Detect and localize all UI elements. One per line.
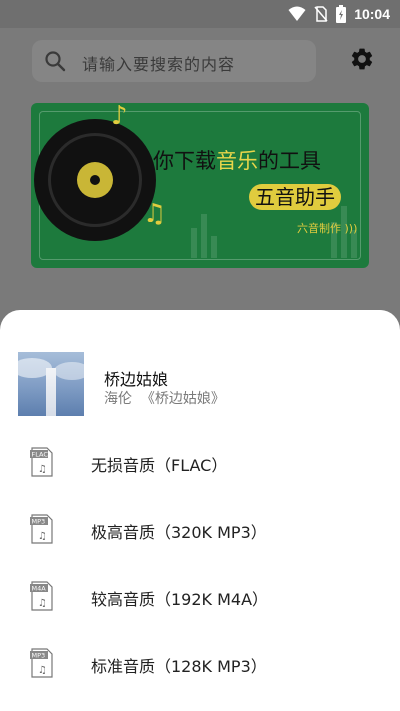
vinyl-record-icon xyxy=(34,119,156,241)
search-icon xyxy=(45,51,66,72)
banner-subtitle: 五音助手 xyxy=(249,184,341,210)
quality-option-320k[interactable]: MP3 ♫ 极高音质（320K MP3） xyxy=(0,506,400,556)
status-icons: 10:04 xyxy=(288,5,390,23)
promo-banner[interactable]: ♪ ♫ 你下载音乐的工具 五音助手 六音制作 ))) xyxy=(31,103,369,268)
equalizer-bar xyxy=(201,214,207,258)
battery-icon xyxy=(336,5,347,23)
svg-text:FLAC: FLAC xyxy=(32,451,49,459)
svg-text:♫: ♫ xyxy=(38,598,47,609)
quality-option-192k[interactable]: M4A ♫ 较高音质（192K M4A） xyxy=(0,573,400,623)
svg-text:♫: ♫ xyxy=(38,665,47,676)
song-artist-album: 海伦 《桥边姑娘》 xyxy=(104,391,225,407)
quality-option-label: 极高音质（320K MP3） xyxy=(91,523,267,542)
svg-text:MP3: MP3 xyxy=(32,518,46,526)
audio-file-icon: M4A ♫ xyxy=(30,581,53,611)
album-cover xyxy=(18,352,84,416)
svg-text:MP3: MP3 xyxy=(32,652,46,660)
download-quality-sheet: 桥边姑娘 海伦 《桥边姑娘》 FLAC ♫ 无损音质（FLAC） MP3 ♫ 极… xyxy=(0,310,400,711)
music-note-icon: ♪ xyxy=(111,103,128,131)
svg-text:M4A: M4A xyxy=(32,585,47,593)
equalizer-bar xyxy=(191,228,197,258)
quality-option-label: 标准音质（128K MP3） xyxy=(91,657,267,676)
sound-wave-icon: ))) xyxy=(344,222,358,235)
status-bar: 10:04 xyxy=(0,0,400,28)
quality-option-label: 较高音质（192K M4A） xyxy=(91,590,269,609)
search-placeholder: 请输入要搜索的内容 xyxy=(82,55,236,74)
quality-option-flac[interactable]: FLAC ♫ 无损音质（FLAC） xyxy=(0,439,400,489)
wifi-icon xyxy=(288,6,306,21)
gear-icon[interactable] xyxy=(349,46,375,72)
svg-text:♫: ♫ xyxy=(38,531,47,542)
song-title: 桥边姑娘 xyxy=(104,370,169,389)
equalizer-bar xyxy=(211,236,217,258)
quality-option-128k[interactable]: MP3 ♫ 标准音质（128K MP3） xyxy=(0,640,400,690)
svg-text:♫: ♫ xyxy=(38,464,47,475)
audio-file-icon: MP3 ♫ xyxy=(30,514,53,544)
banner-maker: 六音制作 ))) xyxy=(297,222,358,235)
banner-title: 你下载音乐的工具 xyxy=(153,149,321,173)
music-note-icon: ♫ xyxy=(143,199,167,229)
no-sim-icon xyxy=(314,6,328,22)
audio-file-icon: MP3 ♫ xyxy=(30,648,53,678)
status-time: 10:04 xyxy=(354,6,390,22)
audio-file-icon: FLAC ♫ xyxy=(30,447,53,477)
search-input[interactable]: 请输入要搜索的内容 xyxy=(32,40,316,82)
quality-option-label: 无损音质（FLAC） xyxy=(91,456,228,475)
